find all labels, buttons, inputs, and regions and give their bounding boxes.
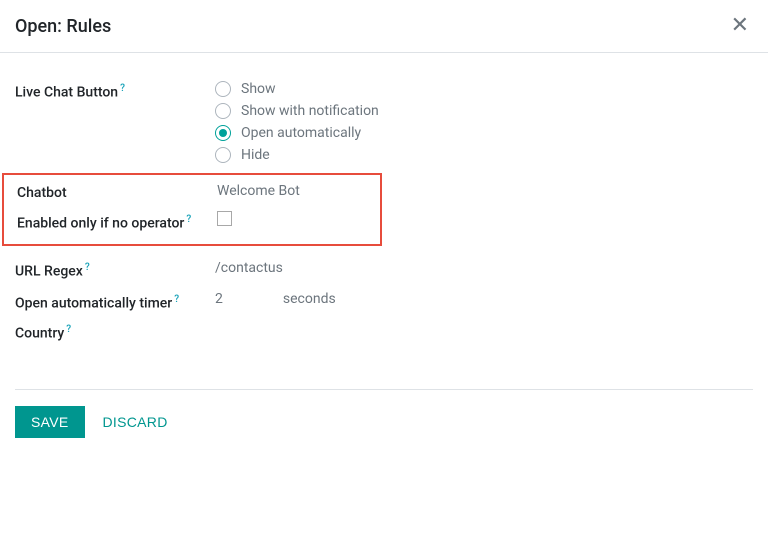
field-enabled-no-operator bbox=[217, 211, 380, 230]
radio-option-show-notification[interactable]: Show with notification bbox=[215, 103, 753, 119]
dialog-body: Live Chat Button? Show Show with notific… bbox=[0, 53, 768, 389]
timer-unit: seconds bbox=[283, 291, 336, 307]
label-open-auto-timer: Open automatically timer? bbox=[15, 291, 215, 314]
dialog-title: Open: Rules bbox=[15, 16, 111, 37]
dialog-footer: SAVE DISCARD bbox=[0, 390, 768, 458]
radio-option-hide[interactable]: Hide bbox=[215, 147, 753, 163]
radio-option-show[interactable]: Show bbox=[215, 81, 753, 97]
save-button[interactable]: SAVE bbox=[15, 406, 85, 438]
highlight-chatbot-section: Chatbot Welcome Bot Enabled only if no o… bbox=[2, 173, 382, 246]
close-button[interactable]: ✕ bbox=[727, 15, 753, 37]
row-url-regex: URL Regex? /contactus bbox=[15, 260, 753, 280]
radio-icon bbox=[215, 103, 231, 119]
label-chatbot: Chatbot bbox=[17, 183, 217, 201]
help-icon[interactable]: ? bbox=[174, 294, 179, 305]
row-country: Country? bbox=[15, 322, 753, 342]
dialog-header: Open: Rules ✕ bbox=[0, 0, 768, 52]
timer-value[interactable]: 2 bbox=[215, 291, 223, 307]
label-country: Country? bbox=[15, 322, 215, 342]
row-chatbot: Chatbot Welcome Bot bbox=[4, 183, 380, 201]
label-enabled-no-operator: Enabled only if no operator? bbox=[17, 211, 217, 234]
label-url-regex: URL Regex? bbox=[15, 260, 215, 280]
radio-icon bbox=[215, 81, 231, 97]
row-enabled-no-operator: Enabled only if no operator? bbox=[4, 211, 380, 234]
radio-group-live-chat: Show Show with notification Open automat… bbox=[215, 81, 753, 163]
field-live-chat-button: Show Show with notification Open automat… bbox=[215, 81, 753, 163]
row-live-chat-button: Live Chat Button? Show Show with notific… bbox=[15, 81, 753, 163]
field-url-regex[interactable]: /contactus bbox=[215, 260, 753, 276]
field-chatbot[interactable]: Welcome Bot bbox=[217, 183, 380, 199]
help-icon[interactable]: ? bbox=[186, 214, 191, 225]
radio-option-open-automatically[interactable]: Open automatically bbox=[215, 125, 753, 141]
row-open-auto-timer: Open automatically timer? 2 seconds bbox=[15, 291, 753, 314]
help-icon[interactable]: ? bbox=[66, 324, 71, 335]
help-icon[interactable]: ? bbox=[120, 83, 125, 94]
help-icon[interactable]: ? bbox=[85, 262, 90, 273]
checkbox-enabled-no-operator[interactable] bbox=[217, 211, 232, 226]
field-open-auto-timer: 2 seconds bbox=[215, 291, 753, 307]
radio-icon-selected bbox=[215, 125, 231, 141]
radio-icon bbox=[215, 147, 231, 163]
discard-button[interactable]: DISCARD bbox=[103, 414, 168, 430]
label-live-chat-button: Live Chat Button? bbox=[15, 81, 215, 101]
